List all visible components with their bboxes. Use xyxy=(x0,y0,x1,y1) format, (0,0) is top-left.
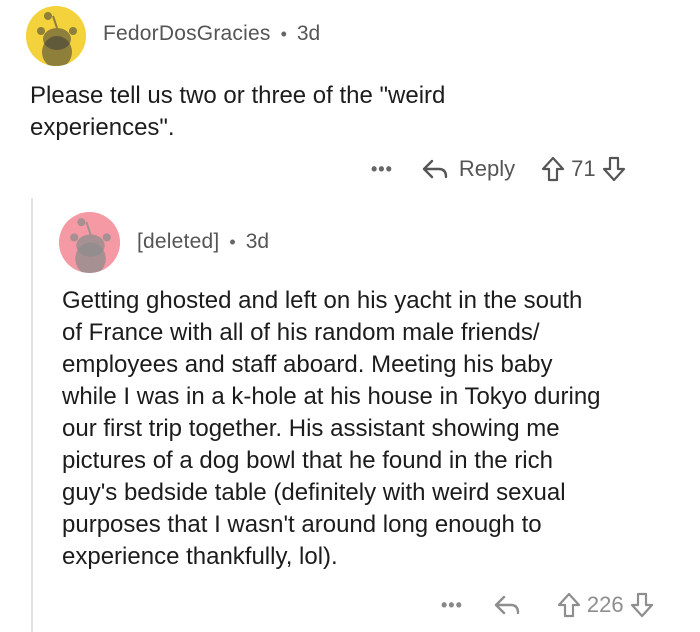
comment-line: Please tell us two or three of the "weir… xyxy=(30,82,446,109)
comment-line: employees and staff aboard. Meeting his … xyxy=(62,351,553,378)
reply-arrow-icon xyxy=(422,159,448,179)
comment-line: while I was in a k-hole at his house in … xyxy=(62,383,601,410)
comment-body: Please tell us two or three of the "weir… xyxy=(30,80,445,144)
comment-line: our first trip together. His assistant s… xyxy=(62,415,560,442)
comment-body: Getting ghosted and left on his yacht in… xyxy=(62,285,601,573)
author-name[interactable]: FedorDosGracies xyxy=(103,22,271,46)
upvote-icon[interactable] xyxy=(557,592,581,618)
vote-controls: 71 xyxy=(541,156,625,182)
comment-line: of France with all of his random male fr… xyxy=(62,319,540,346)
comment-line: pictures of a dog bowl that he found in … xyxy=(62,447,553,474)
downvote-icon[interactable] xyxy=(630,592,654,618)
comment-actions: ••• Reply 71 xyxy=(371,156,626,182)
comment-line: purposes that I wasn't around long enoug… xyxy=(62,511,542,538)
comment-meta: [deleted] • 3d xyxy=(137,230,269,254)
snoo-avatar-icon xyxy=(59,212,120,273)
comment-line: experience thankfully, lol). xyxy=(62,543,338,570)
comment-line: experiences". xyxy=(30,114,175,141)
author-name: [deleted] xyxy=(137,230,220,253)
meta-separator: • xyxy=(280,23,287,44)
user-avatar[interactable] xyxy=(26,6,86,66)
more-options-button[interactable]: ••• xyxy=(441,595,463,616)
comment-meta: FedorDosGracies • 3d xyxy=(103,22,320,46)
reply-button[interactable]: Reply xyxy=(421,156,515,182)
snoo-avatar-icon xyxy=(26,6,86,66)
comment-age: 3d xyxy=(245,230,270,253)
vote-score: 226 xyxy=(586,592,624,617)
upvote-icon[interactable] xyxy=(541,156,565,182)
reply-arrow-icon xyxy=(494,595,520,615)
meta-separator: • xyxy=(229,231,236,252)
reply-button[interactable] xyxy=(493,593,531,617)
comment-age: 3d xyxy=(296,22,321,45)
thread-line[interactable] xyxy=(31,198,33,632)
reply-label: Reply xyxy=(458,156,516,181)
comment-actions: ••• 226 xyxy=(441,592,654,618)
user-avatar[interactable] xyxy=(59,212,120,273)
downvote-icon[interactable] xyxy=(602,156,626,182)
more-options-button[interactable]: ••• xyxy=(371,159,393,180)
comment-line: Getting ghosted and left on his yacht in… xyxy=(62,287,583,314)
vote-score: 71 xyxy=(571,156,596,181)
vote-controls: 226 xyxy=(557,592,654,618)
comment-line: guy's bedside table (definitely with wei… xyxy=(62,479,566,506)
